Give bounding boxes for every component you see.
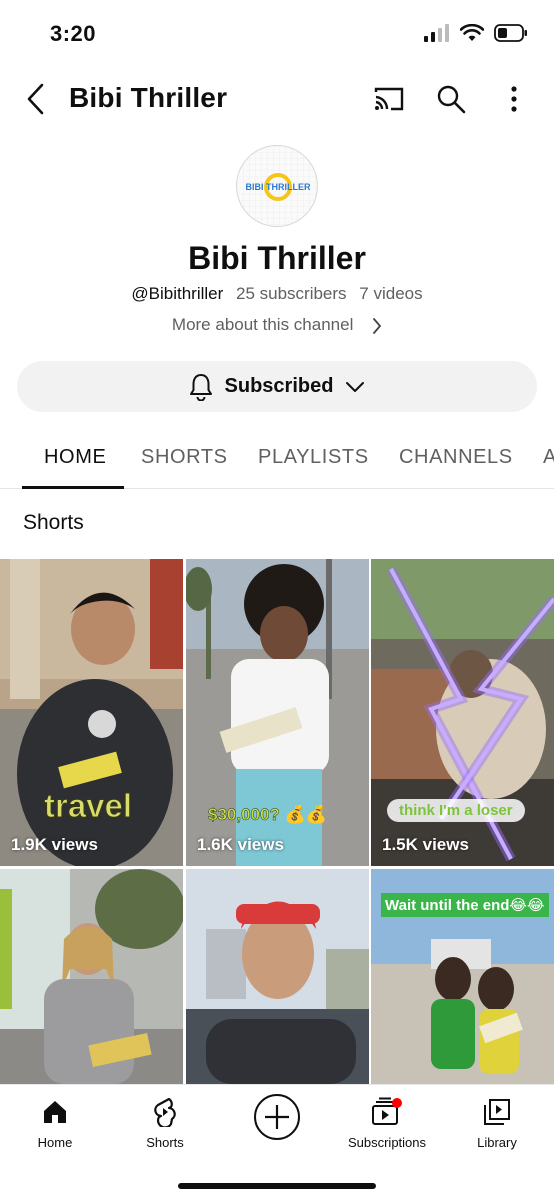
subscriber-count: 25 subscribers bbox=[236, 284, 347, 303]
search-button[interactable] bbox=[431, 80, 471, 118]
nav-library-label: Library bbox=[477, 1135, 517, 1150]
tab-home[interactable]: HOME bbox=[44, 446, 106, 469]
shorts-grid: travel 1.9K views $30,000? 💰💰 1.6K views bbox=[0, 559, 554, 1084]
channel-avatar[interactable]: BIBI THRILLER bbox=[236, 145, 318, 227]
short-thumbnail[interactable]: $30,000? 💰💰 1.6K views bbox=[186, 559, 369, 866]
notification-dot bbox=[392, 1098, 402, 1108]
bottom-navigation: Home Shorts Subscriptions Library bbox=[0, 1084, 554, 1200]
app-header: Bibi Thriller bbox=[0, 70, 554, 128]
more-about-channel-link[interactable]: More about this channel bbox=[0, 315, 554, 335]
nav-shorts-label: Shorts bbox=[146, 1135, 184, 1150]
nav-subscriptions[interactable]: Subscriptions bbox=[332, 1095, 442, 1150]
nav-home-label: Home bbox=[37, 1135, 73, 1150]
channel-name: Bibi Thriller bbox=[188, 240, 366, 276]
create-button[interactable] bbox=[253, 1093, 301, 1141]
short-caption: think I'm a loser bbox=[387, 799, 525, 822]
section-title-shorts: Shorts bbox=[23, 511, 84, 534]
short-thumbnail[interactable]: travel 1.9K views bbox=[0, 559, 183, 866]
header-title: Bibi Thriller bbox=[69, 82, 228, 113]
search-icon bbox=[437, 85, 466, 114]
status-icons bbox=[424, 24, 528, 42]
cast-button[interactable] bbox=[369, 80, 409, 118]
channel-handle: @Bibithriller bbox=[131, 284, 224, 303]
short-thumbnail-image bbox=[0, 869, 183, 1084]
nav-library[interactable]: Library bbox=[442, 1095, 552, 1150]
short-view-count: 1.9K views bbox=[11, 835, 98, 854]
tab-channels[interactable]: CHANNELS bbox=[399, 446, 513, 469]
video-count: 7 videos bbox=[359, 284, 423, 303]
status-time: 3:20 bbox=[50, 21, 97, 46]
nav-subscriptions-label: Subscriptions bbox=[347, 1135, 427, 1150]
nav-home[interactable]: Home bbox=[0, 1095, 110, 1150]
short-view-count: 1.5K views bbox=[382, 835, 469, 854]
more-options-button[interactable] bbox=[494, 80, 534, 118]
short-thumbnail-image bbox=[186, 869, 369, 1084]
subscribed-button[interactable]: Subscribed bbox=[17, 361, 537, 412]
cast-icon bbox=[374, 87, 404, 111]
library-icon bbox=[484, 1099, 510, 1125]
active-tab-indicator bbox=[22, 486, 124, 489]
home-icon bbox=[44, 1101, 66, 1123]
nav-shorts[interactable]: Shorts bbox=[110, 1095, 220, 1150]
create-icon bbox=[254, 1094, 300, 1140]
back-arrow-icon bbox=[27, 83, 44, 115]
wifi-icon bbox=[460, 24, 484, 41]
channel-meta: @Bibithriller 25 subscribers 7 videos bbox=[0, 284, 554, 304]
subscriptions-icon bbox=[372, 1097, 402, 1125]
avatar-logo-text: BIBI THRILLER bbox=[246, 182, 311, 192]
home-indicator bbox=[178, 1183, 376, 1189]
more-vertical-icon bbox=[511, 86, 517, 112]
more-about-label: More about this channel bbox=[171, 315, 354, 334]
bell-icon bbox=[189, 373, 212, 401]
short-caption: Wait until the end😂😂 bbox=[381, 893, 549, 917]
short-caption: travel bbox=[43, 787, 133, 825]
channel-tabs: HOME SHORTS PLAYLISTS CHANNELS A bbox=[0, 430, 554, 489]
tab-about[interactable]: A bbox=[543, 446, 554, 469]
shorts-icon bbox=[154, 1097, 176, 1127]
short-caption: $30,000? 💰💰 bbox=[208, 805, 327, 825]
short-view-count: 1.6K views bbox=[197, 835, 284, 854]
tab-shorts[interactable]: SHORTS bbox=[141, 446, 228, 469]
short-thumbnail[interactable] bbox=[0, 869, 183, 1084]
cellular-signal-icon bbox=[424, 24, 449, 42]
status-bar: 3:20 bbox=[0, 0, 554, 64]
short-thumbnail[interactable]: Wait until the end😂😂 bbox=[371, 869, 554, 1084]
tab-playlists[interactable]: PLAYLISTS bbox=[258, 446, 369, 469]
short-thumbnail[interactable]: think I'm a loser 1.5K views bbox=[371, 559, 554, 866]
battery-icon bbox=[494, 24, 527, 42]
chevron-right-icon bbox=[373, 317, 382, 334]
subscribed-label: Subscribed bbox=[224, 375, 334, 397]
back-button[interactable] bbox=[18, 80, 52, 118]
chevron-down-icon bbox=[346, 381, 365, 392]
short-thumbnail[interactable] bbox=[186, 869, 369, 1084]
